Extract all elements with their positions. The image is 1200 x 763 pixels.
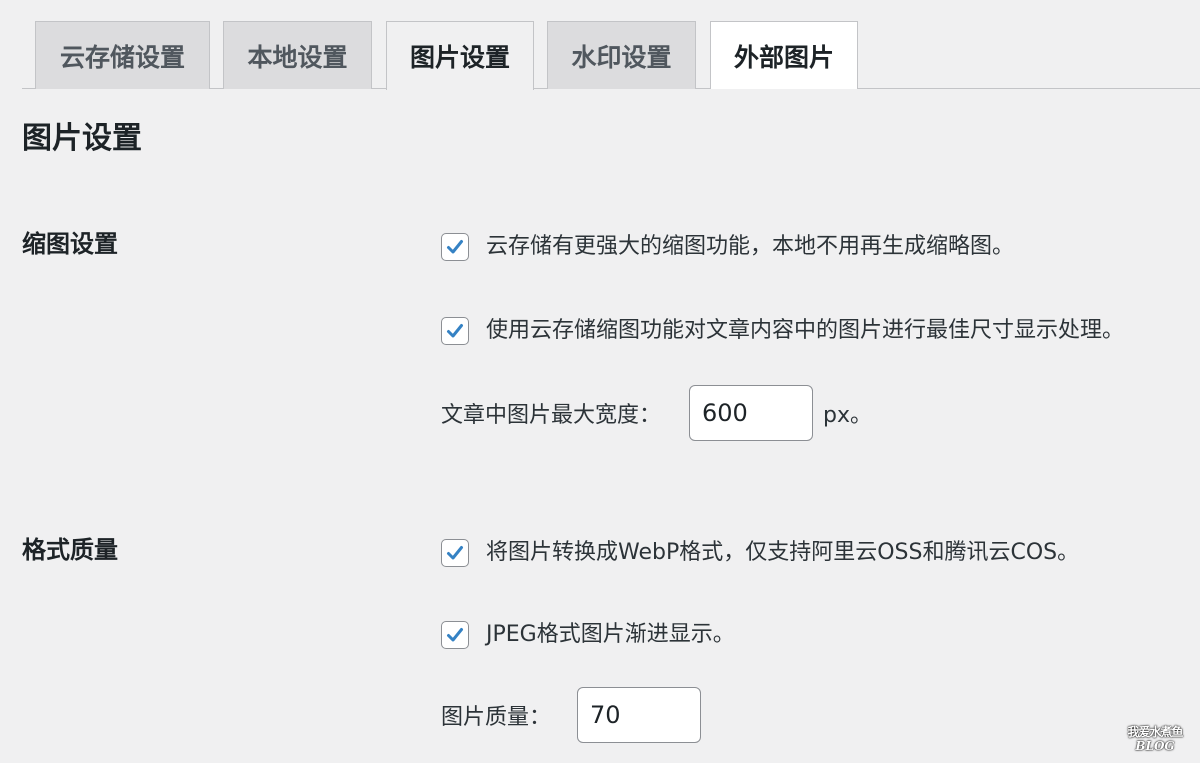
- webp-option-label: 将图片转换成WebP格式，仅支持阿里云OSS和腾讯云COS。: [486, 540, 1080, 565]
- quality-input[interactable]: [577, 687, 702, 743]
- checkmark-icon: [447, 324, 463, 338]
- tab-local[interactable]: 本地设置: [223, 21, 372, 89]
- format-option-progressive-jpeg: JPEG格式图片渐进显示。: [441, 620, 735, 650]
- format-option-webp: 将图片转换成WebP格式，仅支持阿里云OSS和腾讯云COS。: [441, 538, 1079, 568]
- max-width-input[interactable]: [689, 385, 814, 441]
- tab-cloud-storage[interactable]: 云存储设置: [35, 21, 210, 89]
- thumbnail-checkbox-2[interactable]: [441, 317, 469, 345]
- tab-watermark[interactable]: 水印设置: [547, 21, 696, 89]
- checkmark-icon: [447, 240, 463, 254]
- section-label-format-quality: 格式质量: [22, 536, 118, 564]
- quality-label: 图片质量：: [441, 705, 552, 730]
- thumbnail-checkbox-1[interactable]: [441, 233, 469, 261]
- thumbnail-option-2-label: 使用云存储缩图功能对文章内容中的图片进行最佳尺寸显示处理。: [486, 318, 1125, 343]
- thumbnail-option-content-images: 使用云存储缩图功能对文章内容中的图片进行最佳尺寸显示处理。: [441, 316, 1124, 346]
- quality-row: 图片质量：: [441, 687, 702, 743]
- webp-checkbox[interactable]: [441, 539, 469, 567]
- checkmark-icon: [447, 628, 463, 642]
- blog-watermark-logo: 我爱水煮鱼 BLOG: [1120, 725, 1190, 753]
- page-title: 图片设置: [22, 121, 142, 156]
- tab-external-images[interactable]: 外部图片: [710, 21, 858, 89]
- watermark-bottom-text: BLOG: [1135, 739, 1175, 753]
- max-width-label: 文章中图片最大宽度：: [441, 403, 662, 428]
- max-width-unit: px。: [823, 403, 873, 428]
- tab-bar: 云存储设置 本地设置 图片设置 水印设置 外部图片: [22, 0, 1200, 90]
- progressive-jpeg-label: JPEG格式图片渐进显示。: [486, 622, 735, 647]
- watermark-top-text: 我爱水煮鱼: [1127, 725, 1183, 739]
- progressive-jpeg-checkbox[interactable]: [441, 621, 469, 649]
- max-width-row: 文章中图片最大宽度： px。: [441, 385, 872, 441]
- thumbnail-option-1-label: 云存储有更强大的缩图功能，本地不用再生成缩略图。: [486, 234, 1015, 259]
- section-label-thumbnail: 缩图设置: [22, 230, 118, 258]
- checkmark-icon: [447, 546, 463, 560]
- thumbnail-option-cloud-thumbs: 云存储有更强大的缩图功能，本地不用再生成缩略图。: [441, 232, 1014, 262]
- tab-image[interactable]: 图片设置: [386, 21, 534, 90]
